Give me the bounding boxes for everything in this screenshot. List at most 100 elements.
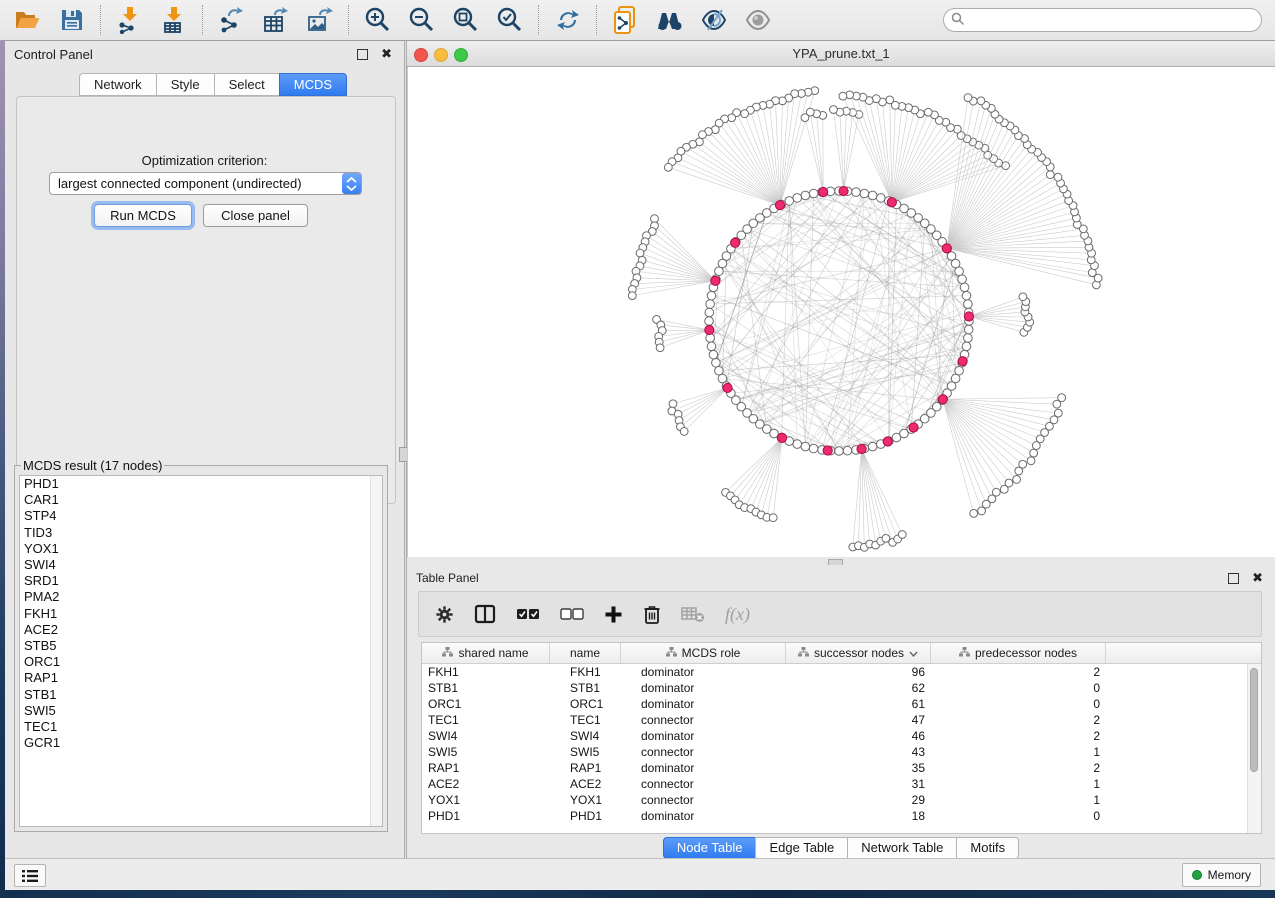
tab-network[interactable]: Network	[79, 73, 156, 96]
column-header-MCDS-role[interactable]: MCDS role	[621, 643, 786, 663]
mcds-result-item[interactable]: PMA2	[20, 589, 382, 605]
float-window-icon[interactable]	[1228, 573, 1239, 584]
mcds-result-item[interactable]: SRD1	[20, 573, 382, 589]
table-panel-titlebar: Table Panel ✖	[407, 565, 1275, 591]
mcds-result-item[interactable]: PHD1	[20, 476, 382, 492]
zoom-selected-icon[interactable]	[495, 5, 525, 35]
cell-shared_name: PHD1	[422, 809, 550, 823]
close-panel-icon[interactable]: ✖	[381, 50, 392, 59]
mcds-result-item[interactable]: FKH1	[20, 606, 382, 622]
cell-shared_name: STB1	[422, 681, 550, 695]
export-image-icon[interactable]	[305, 5, 335, 35]
table-row[interactable]: SWI5SWI5connector431	[422, 744, 1261, 760]
mcds-result-item[interactable]: YOX1	[20, 541, 382, 557]
add-column-icon[interactable]	[604, 605, 623, 624]
memory-button[interactable]: Memory	[1182, 863, 1261, 887]
deselect-all-rows-icon[interactable]	[560, 607, 584, 621]
tab-select[interactable]: Select	[214, 73, 279, 96]
new-network-from-selection-icon[interactable]	[611, 5, 641, 35]
mcds-result-item[interactable]: SWI4	[20, 557, 382, 573]
tab-node-table[interactable]: Node Table	[663, 837, 756, 859]
table-row[interactable]: FKH1FKH1dominator962	[422, 664, 1261, 680]
zoom-in-icon[interactable]	[363, 5, 393, 35]
first-neighbors-icon[interactable]	[655, 5, 685, 35]
function-builder-icon: f(x)	[725, 604, 750, 625]
column-namespace-icon	[959, 646, 970, 660]
network-graph	[408, 67, 1275, 557]
control-panel-title: Control Panel	[5, 47, 93, 62]
table-scrollbar-thumb[interactable]	[1250, 668, 1258, 772]
zoom-fit-icon[interactable]	[451, 5, 481, 35]
table-row[interactable]: TEC1TEC1connector472	[422, 712, 1261, 728]
mcds-result-list[interactable]: PHD1CAR1STP4TID3YOX1SWI4SRD1PMA2FKH1ACE2…	[19, 475, 383, 827]
mcds-list-scrollbar[interactable]	[370, 476, 382, 826]
network-canvas[interactable]	[407, 67, 1275, 557]
cell-shared_name: ORC1	[422, 697, 550, 711]
table-row[interactable]: ACE2ACE2connector311	[422, 776, 1261, 792]
cell-name: SWI4	[550, 729, 621, 743]
cell-mcds_role: connector	[621, 745, 786, 759]
delete-column-trash-icon[interactable]	[643, 604, 661, 625]
table-row[interactable]: ORC1ORC1dominator610	[422, 696, 1261, 712]
cell-predecessor_nodes: 2	[931, 761, 1106, 775]
table-panel-tabs: Node Table Edge Table Network Table Moti…	[407, 837, 1275, 859]
cell-shared_name: YOX1	[422, 793, 550, 807]
close-panel-icon[interactable]: ✖	[1252, 574, 1263, 583]
apply-layout-icon[interactable]	[553, 5, 583, 35]
graphics-details-icon[interactable]	[699, 5, 729, 35]
column-header-predecessor-nodes[interactable]: predecessor nodes	[931, 643, 1106, 663]
mcds-result-item[interactable]: TID3	[20, 525, 382, 541]
mcds-result-item[interactable]: SWI5	[20, 703, 382, 719]
export-network-icon[interactable]	[217, 5, 247, 35]
table-row[interactable]: STB1STB1dominator620	[422, 680, 1261, 696]
column-header-name[interactable]: name	[550, 643, 621, 663]
mcds-result-item[interactable]: STB1	[20, 687, 382, 703]
mcds-result-item[interactable]: ORC1	[20, 654, 382, 670]
tab-mcds[interactable]: MCDS	[279, 73, 347, 96]
cell-predecessor_nodes: 0	[931, 809, 1106, 823]
table-row[interactable]: YOX1YOX1connector291	[422, 792, 1261, 808]
table-scrollbar[interactable]	[1247, 664, 1261, 833]
search-input[interactable]	[943, 8, 1262, 32]
table-row[interactable]: SWI4SWI4dominator462	[422, 728, 1261, 744]
export-table-icon[interactable]	[261, 5, 291, 35]
cell-name: ACE2	[550, 777, 621, 791]
open-session-icon[interactable]	[13, 5, 43, 35]
mcds-result-group: MCDS result (17 nodes) PHD1CAR1STP4TID3Y…	[14, 458, 388, 832]
mcds-result-item[interactable]: RAP1	[20, 670, 382, 686]
column-namespace-icon	[442, 646, 453, 660]
save-session-icon[interactable]	[57, 5, 87, 35]
column-namespace-icon	[666, 646, 677, 660]
import-network-icon[interactable]	[115, 5, 145, 35]
mcds-result-item[interactable]: STP4	[20, 508, 382, 524]
delete-table-icon	[681, 605, 705, 623]
optimization-criterion-select[interactable]: largest connected component (undirected)	[49, 172, 362, 195]
cell-name: PHD1	[550, 809, 621, 823]
tab-network-table[interactable]: Network Table	[847, 837, 956, 859]
cell-successor_nodes: 29	[786, 793, 931, 807]
tab-motifs[interactable]: Motifs	[956, 837, 1019, 859]
run-mcds-button[interactable]: Run MCDS	[94, 204, 192, 227]
close-panel-button[interactable]: Close panel	[203, 204, 308, 227]
table-settings-gear-icon[interactable]	[435, 605, 454, 624]
tab-style[interactable]: Style	[156, 73, 214, 96]
cell-successor_nodes: 43	[786, 745, 931, 759]
mcds-result-item[interactable]: CAR1	[20, 492, 382, 508]
column-header-successor-nodes[interactable]: successor nodes	[786, 643, 931, 663]
tab-edge-table[interactable]: Edge Table	[755, 837, 847, 859]
show-columns-icon[interactable]	[474, 604, 496, 624]
select-all-rows-icon[interactable]	[516, 607, 540, 621]
mcds-result-item[interactable]: ACE2	[20, 622, 382, 638]
cell-successor_nodes: 62	[786, 681, 931, 695]
table-row[interactable]: PHD1PHD1dominator180	[422, 808, 1261, 824]
task-history-button[interactable]	[14, 864, 46, 887]
column-header-shared-name[interactable]: shared name	[422, 643, 550, 663]
mcds-result-item[interactable]: STB5	[20, 638, 382, 654]
cell-shared_name: SWI4	[422, 729, 550, 743]
mcds-result-item[interactable]: TEC1	[20, 719, 382, 735]
zoom-out-icon[interactable]	[407, 5, 437, 35]
mcds-result-item[interactable]: GCR1	[20, 735, 382, 751]
float-window-icon[interactable]	[357, 49, 368, 60]
import-table-icon[interactable]	[159, 5, 189, 35]
table-row[interactable]: RAP1RAP1dominator352	[422, 760, 1261, 776]
